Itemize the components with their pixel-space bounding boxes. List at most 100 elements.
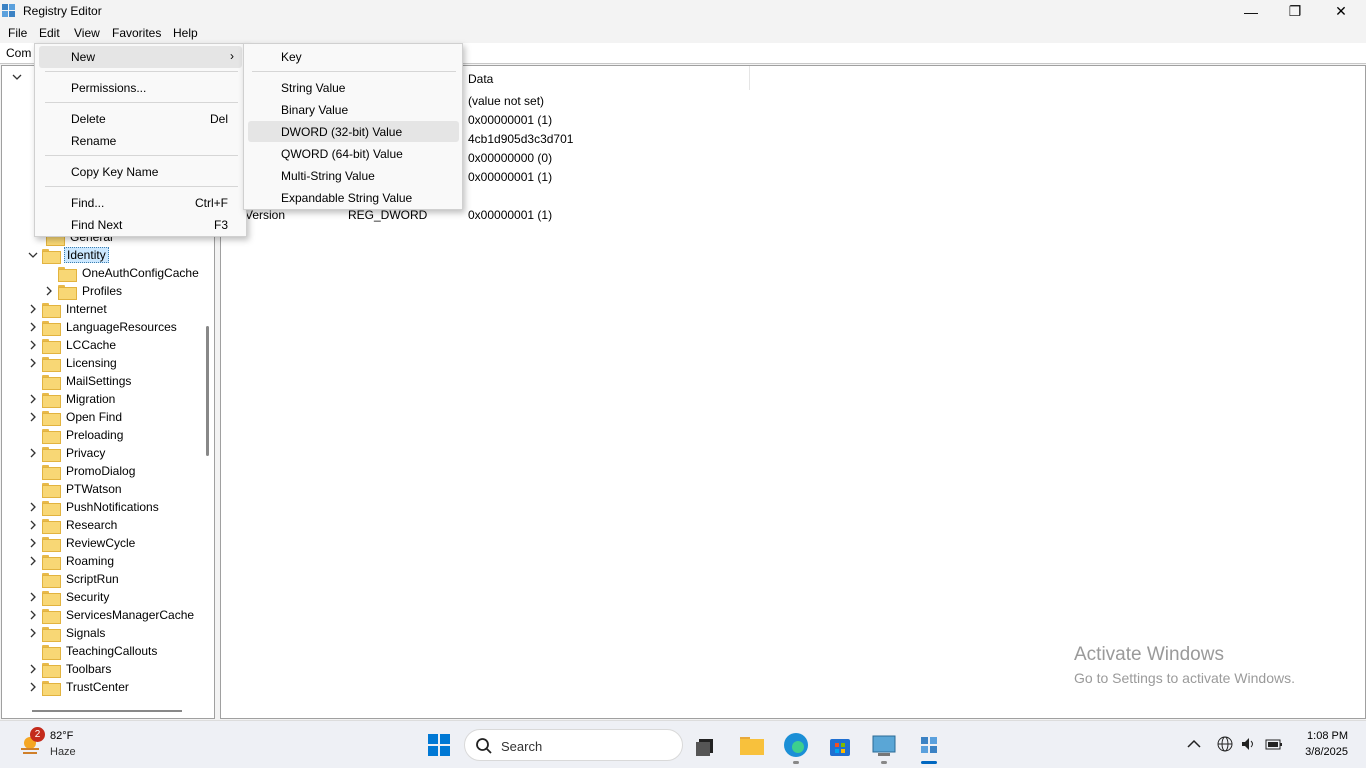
shortcut-label: F3 bbox=[213, 218, 228, 232]
value-data-cell[interactable]: 0x00000001 (1) bbox=[468, 208, 552, 222]
value-type-cell[interactable]: REG_DWORD bbox=[348, 208, 427, 222]
tree-item-label: Roaming bbox=[66, 554, 115, 568]
menu-item-expandable-string-value[interactable]: Expandable String Value bbox=[248, 187, 459, 208]
menu-item-delete[interactable]: Delete Del bbox=[39, 108, 242, 130]
tree-item[interactable]: Toolbars bbox=[28, 660, 113, 678]
file-explorer-icon[interactable] bbox=[738, 731, 766, 759]
tree-item[interactable]: Profiles bbox=[44, 282, 124, 300]
volume-icon[interactable] bbox=[1240, 735, 1258, 753]
tree-item[interactable]: OneAuthConfigCache bbox=[58, 264, 201, 282]
weather-condition[interactable]: Haze bbox=[50, 746, 76, 758]
chevron-up-icon[interactable] bbox=[1185, 735, 1203, 753]
tree-item[interactable]: Preloading bbox=[28, 426, 125, 444]
windows-start-icon[interactable] bbox=[425, 731, 453, 759]
menu-item-find-next[interactable]: Find Next F3 bbox=[39, 214, 242, 236]
tree-item[interactable]: LanguageResources bbox=[28, 318, 179, 336]
chevron-right-icon[interactable] bbox=[44, 286, 54, 296]
tree-vertical-scrollbar[interactable] bbox=[206, 326, 209, 456]
tree-item[interactable]: TrustCenter bbox=[28, 678, 131, 696]
value-data-cell[interactable]: 0x00000001 (1) bbox=[468, 113, 552, 127]
menu-favorites[interactable]: Favorites bbox=[112, 26, 161, 40]
folder-icon bbox=[42, 518, 61, 534]
menu-edit[interactable]: Edit bbox=[39, 26, 60, 40]
chevron-right-icon[interactable] bbox=[28, 520, 38, 530]
menu-item-string-value[interactable]: String Value bbox=[248, 77, 459, 98]
value-data-cell[interactable]: 0x00000001 (1) bbox=[468, 170, 552, 184]
menu-item-multi-string-value[interactable]: Multi-String Value bbox=[248, 165, 459, 186]
tree-item[interactable]: Migration bbox=[28, 390, 117, 408]
chevron-down-icon[interactable] bbox=[12, 72, 22, 82]
language-globe-icon[interactable] bbox=[1216, 735, 1234, 753]
clock-date[interactable]: 3/8/2025 bbox=[1296, 746, 1348, 758]
chevron-right-icon[interactable] bbox=[28, 664, 38, 674]
menu-item-qword-value[interactable]: QWORD (64-bit) Value bbox=[248, 143, 459, 164]
menu-file[interactable]: File bbox=[8, 26, 27, 40]
chevron-down-icon[interactable] bbox=[28, 250, 38, 260]
tree-item[interactable]: Security bbox=[28, 588, 111, 606]
chevron-right-icon[interactable] bbox=[28, 682, 38, 692]
tree-item[interactable]: Research bbox=[28, 516, 119, 534]
new-submenu: Key String Value Binary Value DWORD (32-… bbox=[243, 43, 463, 210]
tree-horizontal-scrollbar[interactable] bbox=[32, 710, 182, 712]
menu-item-dword-value[interactable]: DWORD (32-bit) Value bbox=[248, 121, 459, 142]
column-header-data[interactable]: Data bbox=[468, 66, 493, 90]
tree-item[interactable]: Privacy bbox=[28, 444, 107, 462]
control-panel-icon[interactable] bbox=[870, 731, 898, 759]
chevron-right-icon[interactable] bbox=[28, 556, 38, 566]
microsoft-store-icon[interactable] bbox=[826, 731, 854, 759]
tree-item[interactable]: PTWatson bbox=[28, 480, 124, 498]
value-data-cell[interactable]: 4cb1d905d3c3d701 bbox=[468, 132, 573, 146]
menu-item-label: Find... bbox=[71, 196, 105, 210]
chevron-right-icon[interactable] bbox=[28, 592, 38, 602]
menu-item-copy-key-name[interactable]: Copy Key Name bbox=[39, 161, 242, 183]
chevron-right-icon[interactable] bbox=[28, 322, 38, 332]
menu-item-permissions[interactable]: Permissions... bbox=[39, 77, 242, 99]
chevron-right-icon[interactable] bbox=[28, 610, 38, 620]
search-placeholder: Search bbox=[501, 739, 543, 754]
menu-item-rename[interactable]: Rename bbox=[39, 130, 242, 152]
chevron-right-icon[interactable] bbox=[28, 628, 38, 638]
chevron-right-icon[interactable] bbox=[28, 448, 38, 458]
tree-item[interactable]: PushNotifications bbox=[28, 498, 161, 516]
menu-item-find[interactable]: Find... Ctrl+F bbox=[39, 192, 242, 214]
weather-temperature[interactable]: 82°F bbox=[50, 730, 73, 742]
minimize-button[interactable]: — bbox=[1228, 0, 1274, 23]
chevron-right-icon[interactable] bbox=[28, 502, 38, 512]
chevron-right-icon[interactable] bbox=[28, 538, 38, 548]
column-separator[interactable] bbox=[749, 66, 750, 90]
close-button[interactable]: ✕ bbox=[1318, 0, 1364, 23]
menu-item-binary-value[interactable]: Binary Value bbox=[248, 99, 459, 120]
edge-browser-icon[interactable] bbox=[782, 731, 810, 759]
value-data-cell[interactable]: 0x00000000 (0) bbox=[468, 151, 552, 165]
menu-view[interactable]: View bbox=[74, 26, 100, 40]
tree-item[interactable]: MailSettings bbox=[28, 372, 133, 390]
tree-item-selected[interactable]: Identity bbox=[28, 246, 109, 264]
menu-help[interactable]: Help bbox=[173, 26, 198, 40]
taskbar-search-box[interactable]: Search bbox=[464, 729, 683, 761]
tree-item[interactable]: LCCache bbox=[28, 336, 118, 354]
tree-item[interactable]: Licensing bbox=[28, 354, 119, 372]
tree-item[interactable]: TeachingCallouts bbox=[28, 642, 159, 660]
registry-editor-taskbar-icon[interactable] bbox=[915, 731, 943, 759]
value-name-cell[interactable]: Version bbox=[245, 208, 285, 222]
maximize-button[interactable]: ❐ bbox=[1272, 0, 1318, 23]
tree-item[interactable]: Roaming bbox=[28, 552, 116, 570]
menu-item-key[interactable]: Key bbox=[248, 46, 459, 67]
tree-item[interactable]: Internet bbox=[28, 300, 109, 318]
chevron-right-icon[interactable] bbox=[28, 412, 38, 422]
chevron-right-icon[interactable] bbox=[28, 358, 38, 368]
tree-item[interactable]: ReviewCycle bbox=[28, 534, 137, 552]
value-data-cell[interactable]: (value not set) bbox=[468, 94, 544, 108]
tree-item[interactable]: Signals bbox=[28, 624, 107, 642]
chevron-right-icon[interactable] bbox=[28, 340, 38, 350]
clock-time[interactable]: 1:08 PM bbox=[1300, 730, 1348, 742]
battery-icon[interactable] bbox=[1265, 735, 1283, 753]
menu-item-new[interactable]: New › bbox=[39, 46, 242, 68]
tree-item[interactable]: ScriptRun bbox=[28, 570, 121, 588]
tree-item[interactable]: Open Find bbox=[28, 408, 124, 426]
tree-item[interactable]: PromoDialog bbox=[28, 462, 137, 480]
task-view-icon[interactable] bbox=[692, 731, 720, 759]
tree-item[interactable]: ServicesManagerCache bbox=[28, 606, 196, 624]
chevron-right-icon[interactable] bbox=[28, 394, 38, 404]
chevron-right-icon[interactable] bbox=[28, 304, 38, 314]
